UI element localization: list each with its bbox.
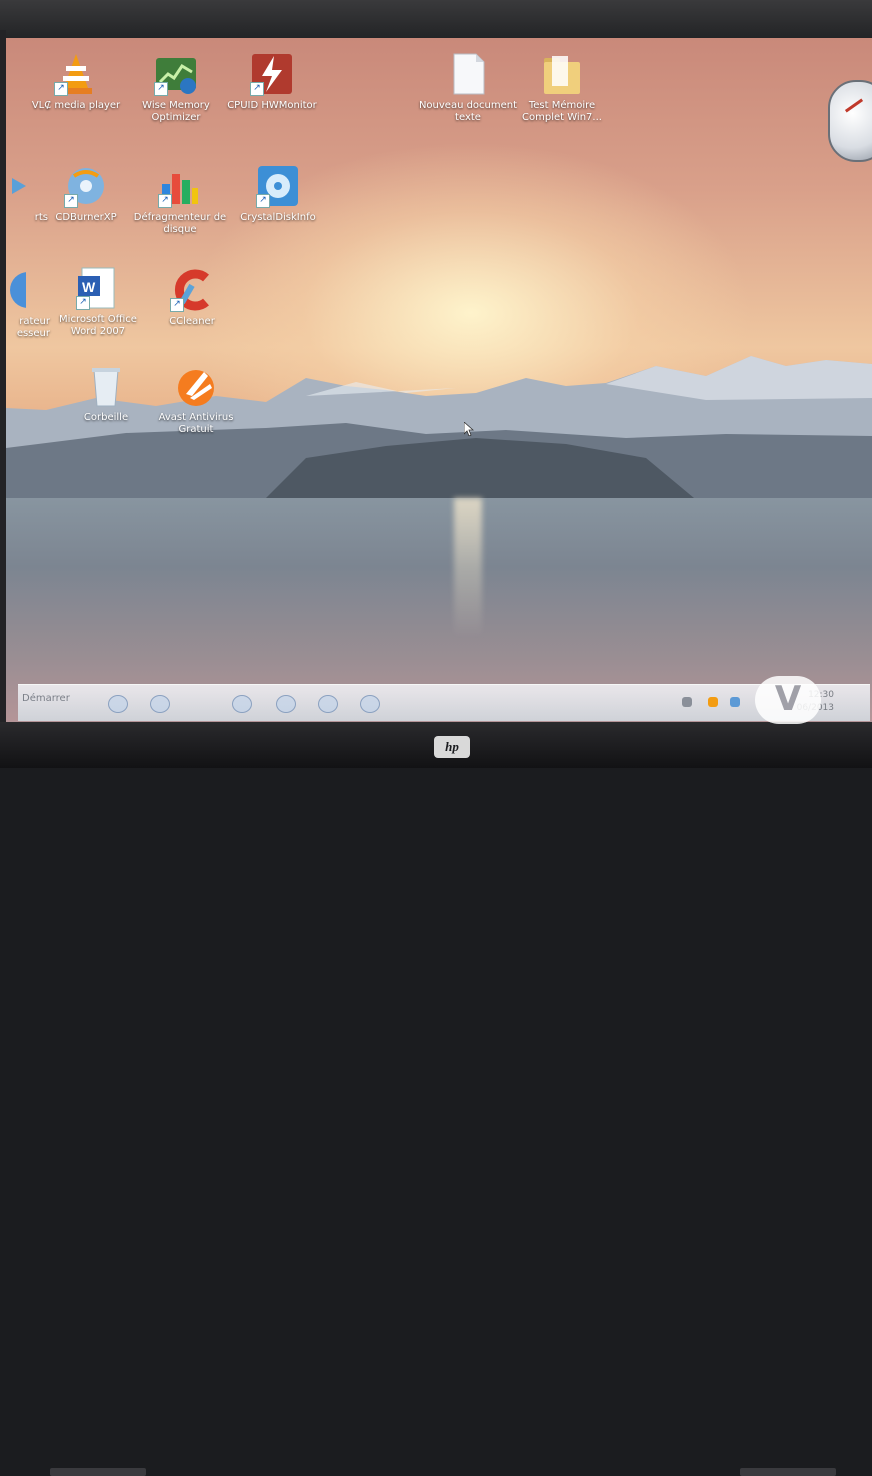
desktop-icon-wise-memory[interactable]: ↗ Wise Memory Optimizer — [126, 52, 226, 124]
sun-reflection — [454, 498, 482, 638]
tray-network-icon[interactable] — [730, 697, 740, 707]
hwmonitor-icon: ↗ — [250, 52, 294, 96]
desktop-icon-label: Test Mémoire Complet Win7... — [522, 100, 602, 123]
desktop-icon-label: Wise Memory Optimizer — [142, 100, 210, 123]
taskbar-pin-icon[interactable] — [318, 695, 338, 713]
desktop-icon-label: Avast Antivirus Gratuit — [158, 412, 234, 435]
desktop-icon-label: CrystalDiskInfo — [240, 212, 316, 223]
partial-icon — [6, 268, 46, 312]
desktop-icon-test-memoire[interactable]: Test Mémoire Complet Win7... — [512, 52, 612, 124]
memory-chart-icon: ↗ — [154, 52, 198, 96]
desktop-icon-nouveau-document[interactable]: Nouveau document texte — [418, 52, 518, 124]
desktop-icon-corbeille[interactable]: Corbeille — [56, 364, 156, 424]
desktop-screen: ↗ VLC media player ↗ Wise Memory Optimiz… — [6, 38, 872, 726]
vlc-cone-icon: ↗ — [54, 52, 98, 96]
svg-text:W: W — [82, 279, 96, 295]
defrag-icon: ↗ — [158, 164, 202, 208]
shortcut-arrow-icon: ↗ — [256, 194, 270, 208]
taskbar: Démarrer 12:30 06/2013 — [18, 684, 870, 721]
desktop-icon-label: Défragmenteur de disque — [133, 212, 227, 235]
desktop-icon-cpuid[interactable]: ↗ CPUID HWMonitor — [222, 52, 322, 112]
start-button[interactable]: Démarrer — [22, 693, 70, 704]
desktop-icon-avast[interactable]: Avast Antivirus Gratuit — [146, 364, 246, 436]
desktop-icon-cdburner[interactable]: ↗ CDBurnerXP — [36, 164, 136, 224]
shortcut-arrow-icon: ↗ — [170, 298, 184, 312]
shortcut-arrow-icon: ↗ — [54, 82, 68, 96]
shortcut-arrow-icon: ↗ — [154, 82, 168, 96]
shortcut-arrow-icon: ↗ — [76, 296, 90, 310]
watermark-logo: V — [755, 676, 821, 724]
desktop-icon-label: Microsoft Office Word 2007 — [59, 314, 137, 337]
desktop-icon-label: CCleaner — [169, 316, 215, 327]
bezel-vent — [50, 1468, 146, 1476]
word-document-icon: W ↗ — [76, 266, 120, 310]
disk-info-icon: ↗ — [256, 164, 300, 208]
tray-avast-icon[interactable] — [708, 697, 718, 707]
avast-icon — [174, 364, 218, 408]
desktop-icon-defrag[interactable]: ↗ Défragmenteur de disque — [130, 164, 230, 236]
cd-burn-icon: ↗ — [64, 164, 108, 208]
taskbar-explorer-icon[interactable] — [150, 695, 170, 713]
desktop-icon-label: / — [46, 100, 50, 111]
taskbar-media-icon[interactable] — [232, 695, 252, 713]
shortcut-arrow-icon: ↗ — [250, 82, 264, 96]
desktop-icon-partial-1[interactable]: / — [6, 52, 54, 112]
desktop-icon-label: CDBurnerXP — [55, 212, 117, 223]
desktop-icon-label: Nouveau document texte — [418, 100, 518, 123]
desktop-icon-ccleaner[interactable]: ↗ CCleaner — [142, 268, 242, 328]
desktop-icon-word[interactable]: W ↗ Microsoft Office Word 2007 — [48, 266, 148, 338]
partial-icon — [6, 52, 26, 96]
shortcut-arrow-icon: ↗ — [64, 194, 78, 208]
folder-icon — [540, 52, 584, 96]
taskbar-network-icon[interactable] — [360, 695, 380, 713]
taskbar-app-icon[interactable] — [276, 695, 296, 713]
desktop-icon-partial-3[interactable]: rateur esseur — [6, 268, 54, 340]
taskbar-ie-icon[interactable] — [108, 695, 128, 713]
partial-icon — [6, 164, 26, 208]
text-document-icon — [446, 52, 490, 96]
recycle-bin-icon — [84, 364, 128, 408]
tray-flag-icon[interactable] — [682, 697, 692, 707]
desktop-icon-label: CPUID HWMonitor — [227, 100, 317, 111]
desktop-icon-label: Corbeille — [83, 412, 129, 423]
hp-logo: hp — [434, 736, 470, 758]
mouse-cursor-icon — [464, 422, 474, 436]
shortcut-arrow-icon: ↗ — [158, 194, 172, 208]
clock-gadget[interactable] — [828, 80, 872, 162]
desktop-icon-crystaldisk[interactable]: ↗ CrystalDiskInfo — [228, 164, 328, 224]
ccleaner-icon: ↗ — [170, 268, 214, 312]
laptop-bezel-top — [0, 0, 872, 40]
bezel-vent — [740, 1468, 836, 1476]
desktop-icon-label: rateur esseur — [16, 316, 50, 339]
